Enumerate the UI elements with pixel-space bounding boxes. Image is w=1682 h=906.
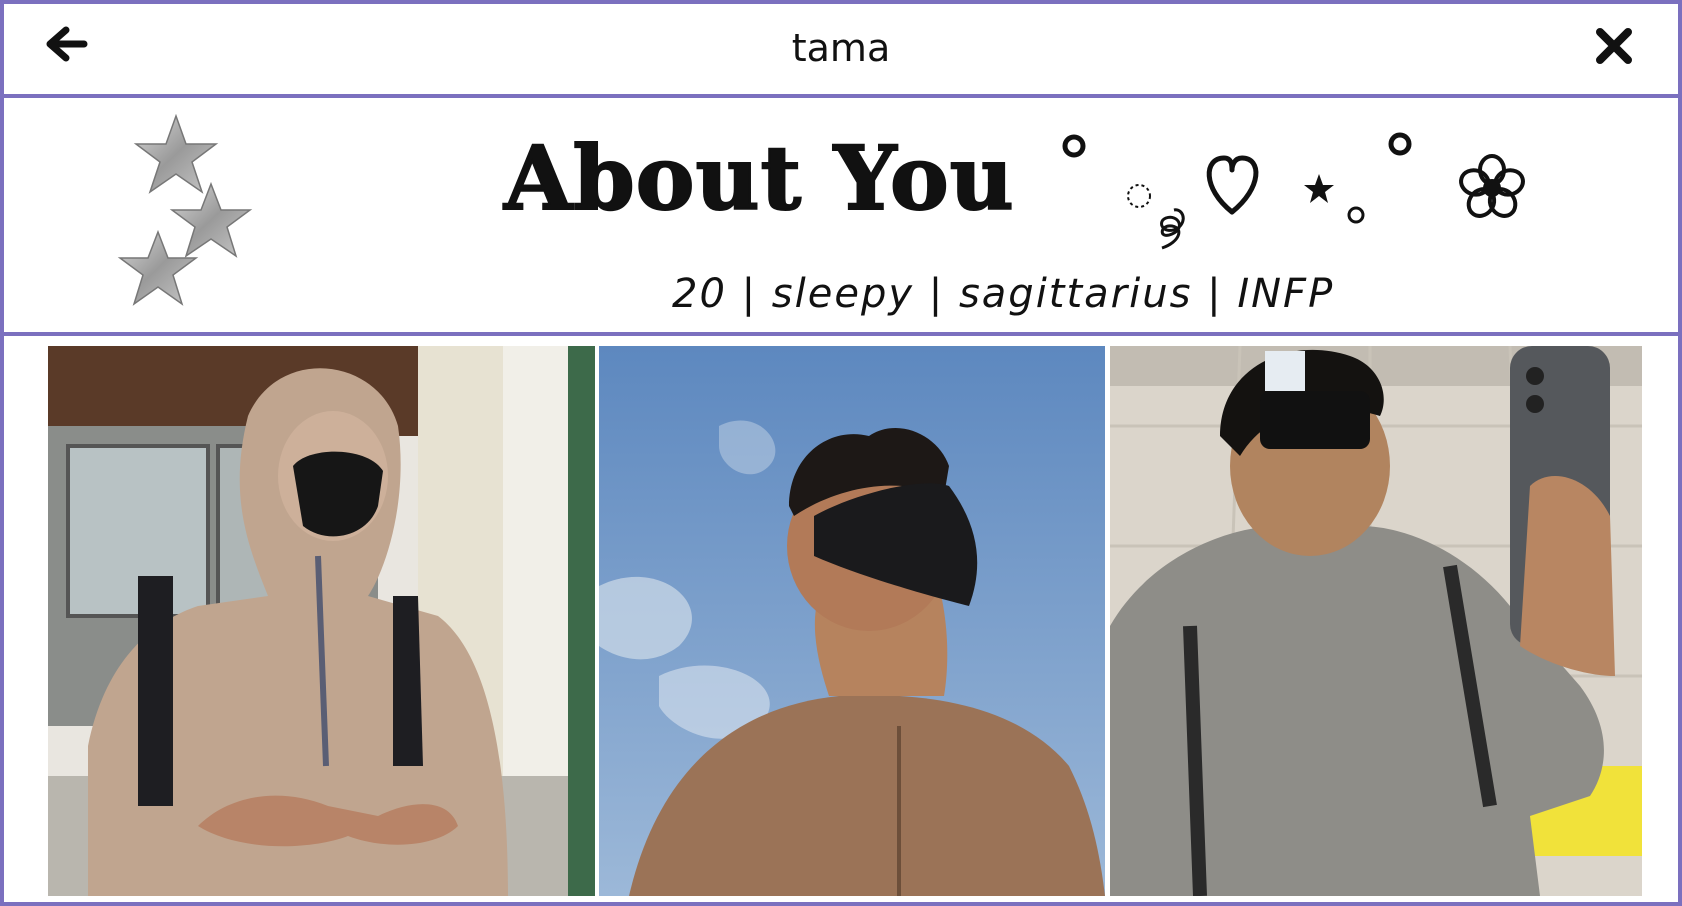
star-icon [133, 114, 219, 194]
ring-doodle-icon [1062, 134, 1086, 158]
close-button[interactable] [1590, 22, 1638, 70]
about-header: About You 20 | sleepy | sagittarius | IN… [4, 98, 1678, 336]
about-heading: About You [503, 125, 1015, 231]
person-photo-icon [48, 346, 595, 896]
star-icon [1304, 174, 1334, 203]
swirl-doodle-icon [1160, 208, 1185, 250]
close-x-icon [1596, 28, 1632, 64]
heart-icon [1206, 155, 1259, 215]
photo-sky-selfie[interactable] [599, 346, 1105, 896]
ring-doodle-icon [1347, 206, 1365, 224]
doodles-decor [1062, 132, 1525, 250]
person-photo-icon [599, 346, 1105, 896]
app-window: tama About You 20 | sleepy | sagittarius… [0, 0, 1682, 906]
flower-icon [1459, 154, 1525, 218]
star-patches-decor [117, 114, 253, 306]
title-bar: tama [4, 4, 1678, 98]
ring-doodle-icon [1388, 132, 1412, 156]
dotted-circle-icon [1127, 184, 1151, 208]
photo-hooded-mask[interactable] [48, 346, 595, 896]
star-icon [117, 229, 199, 306]
photo-mirror-selfie[interactable] [1110, 346, 1642, 896]
star-icon [169, 181, 253, 258]
person-photo-icon [1110, 346, 1642, 896]
window-title: tama [791, 26, 891, 70]
photo-gallery [48, 346, 1642, 896]
